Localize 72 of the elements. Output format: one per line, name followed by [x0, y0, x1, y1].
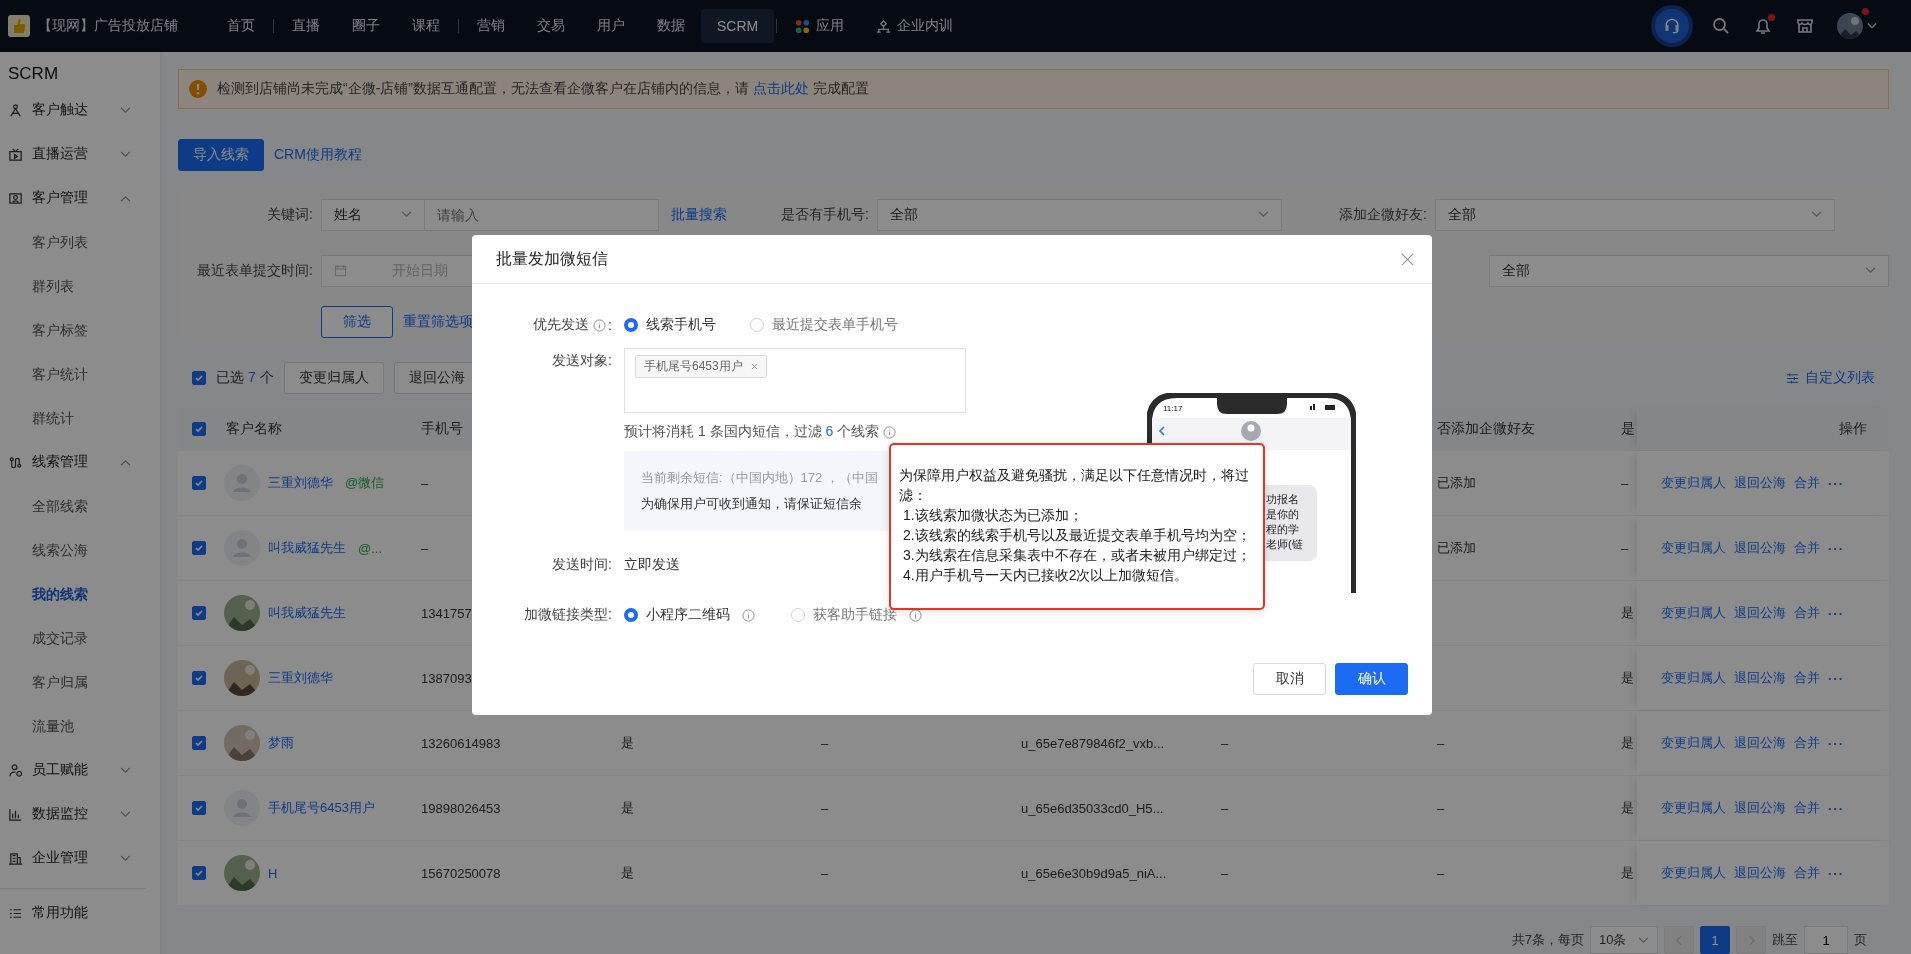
form-label: 发送时间: [551, 556, 612, 574]
table-cell: – [1437, 735, 1445, 751]
dialog-title: 批量发加微短信 [496, 248, 608, 269]
form-label: 加微链接类型: [523, 606, 612, 624]
table-cell: u_65e6d35033cd0_H5... [1021, 800, 1164, 816]
send-time-value: 立即发送 [624, 556, 680, 574]
table-cell: 已添加 [1437, 474, 1476, 492]
table-cell: – [1621, 475, 1629, 491]
table-cell: – [421, 540, 429, 556]
table-cell: – [1621, 540, 1629, 556]
column-header: 操作 [1839, 420, 1867, 438]
section-label: 常用功能 [32, 904, 88, 922]
table-cell: – [1437, 865, 1445, 881]
radio-label: 获客助手链接 [813, 606, 897, 624]
table-cell: 已添加 [1437, 539, 1476, 557]
form-label: : [608, 317, 612, 333]
column-header: 手机号 [421, 420, 463, 438]
table-cell: 是 [1621, 864, 1634, 882]
filter-label: 添加企微好友: [1338, 205, 1428, 224]
page-unit: 页 [1854, 931, 1867, 949]
filter-label: 最近表单提交时间: [196, 261, 314, 280]
table-cell: – [1221, 735, 1229, 751]
section-label: 线索管理 [32, 453, 88, 471]
sidebar-title: SCRM [7, 63, 60, 85]
table-cell: – [1221, 865, 1229, 881]
section-label: 数据监控 [32, 805, 88, 823]
table-cell: 1387093 [421, 670, 472, 686]
radio-label: 最近提交表单手机号 [772, 316, 898, 334]
wechat-tag: @... [358, 540, 383, 556]
recipient-tag: 手机尾号6453用户 [635, 355, 767, 378]
table-cell: – [821, 800, 829, 816]
jump-label: 跳至 [1772, 931, 1798, 949]
table-cell: – [421, 475, 429, 491]
balance-text: 为确保用户可收到通知，请保证短信余 [641, 495, 862, 513]
warning-message: 检测到店铺尚未完成“企微-店铺”数据互通配置，无法查看企微客户在店铺内的信息，请 点击此处 完成配置 [217, 79, 869, 98]
radio-label: 线索手机号 [646, 316, 716, 334]
table-cell: – [1221, 800, 1229, 816]
section-label: 客户触达 [32, 101, 88, 119]
balance-text: 当前剩余短信:（中国内地）172 ，（中国 [641, 469, 878, 487]
table-cell: – [821, 735, 829, 751]
filter-label: 关键词: [266, 205, 314, 224]
column-header: 客户名称 [226, 420, 282, 438]
filter-label: 是否有手机号: [780, 205, 870, 224]
table-cell: 是 [621, 864, 634, 882]
table-cell: – [821, 865, 829, 881]
table-cell: – [1437, 800, 1445, 816]
form-label: 发送对象: [551, 351, 612, 370]
table-cell: 是 [1621, 799, 1634, 817]
section-label: 员工赋能 [32, 761, 88, 779]
column-header: 否添加企微好友 [1437, 420, 1535, 438]
table-cell: 15670250078 [421, 865, 501, 881]
form-label: 优先发送 [533, 316, 590, 334]
table-cell: 是 [1621, 669, 1634, 687]
table-cell: 是 [621, 734, 634, 752]
total-text: 共7条，每页 [1511, 931, 1584, 949]
table-cell: 是 [1621, 604, 1634, 622]
wechat-tag: @微信 [345, 474, 385, 492]
section-label: 直播运营 [32, 145, 88, 163]
table-cell: 19898026453 [421, 800, 501, 816]
section-label: 企业管理 [32, 849, 88, 867]
tooltip-rule: 1.该线索加微状态为已添加； [902, 506, 1084, 525]
table-cell: 是 [1621, 734, 1634, 752]
table-cell: 是 [621, 799, 634, 817]
section-label: 客户管理 [32, 189, 88, 207]
selection-count: 已选 7 个 [216, 369, 274, 387]
table-cell: u_65e7e879846f2_vxb... [1021, 735, 1165, 751]
radio-label: 小程序二维码 [646, 606, 730, 624]
table-cell: u_65e6e30b9d9a5_niA... [1021, 865, 1167, 881]
column-header: 是 [1621, 420, 1635, 438]
table-cell: 1341757 [421, 605, 472, 621]
table-cell: 13260614983 [421, 735, 501, 751]
estimate-text: 预计将消耗 1 条国内短信，过滤 6 个线索 [624, 423, 880, 441]
